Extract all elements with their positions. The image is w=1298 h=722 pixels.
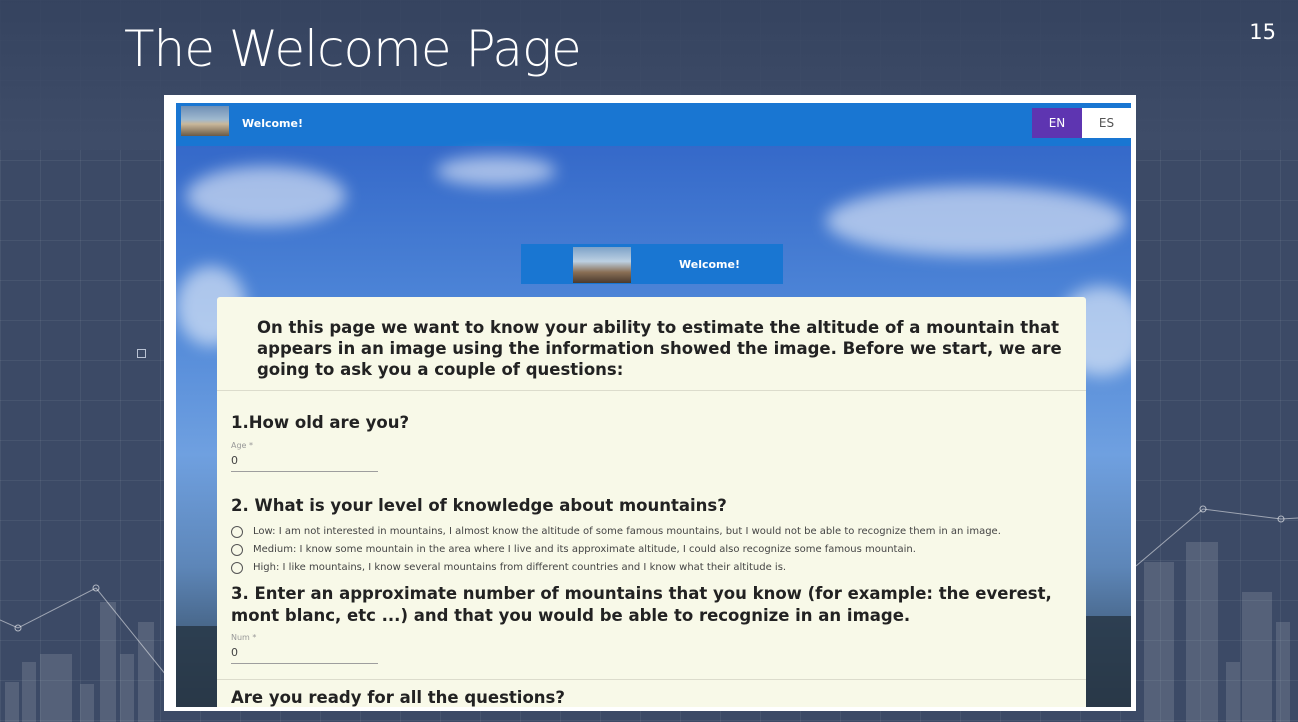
radio-low[interactable] xyxy=(231,525,243,538)
app-bar: Welcome! EN ES xyxy=(176,103,1131,146)
num-input[interactable]: 0 xyxy=(231,646,238,659)
age-input[interactable]: 0 xyxy=(231,454,238,467)
welcome-banner-title: Welcome! xyxy=(679,258,740,271)
age-input-underline xyxy=(231,471,378,472)
question-3-title: 3. Enter an approximate number of mounta… xyxy=(231,584,1052,625)
app-bar-title: Welcome! xyxy=(242,117,303,130)
num-field-label: Num * xyxy=(231,633,257,642)
mountain-thumbnail xyxy=(573,247,631,283)
question-1-title: 1.How old are you? xyxy=(231,413,410,432)
num-input-underline xyxy=(231,663,378,664)
radio-high-label: High: I like mountains, I know several m… xyxy=(253,562,787,573)
divider xyxy=(217,679,1086,680)
knowledge-option-medium[interactable]: Medium: I know some mountain in the area… xyxy=(231,541,916,558)
divider xyxy=(217,390,1086,391)
question-2-title: 2. What is your level of knowledge about… xyxy=(231,496,727,515)
radio-low-label: Low: I am not interested in mountains, I… xyxy=(253,526,1001,537)
radio-high[interactable] xyxy=(231,561,243,574)
radio-medium-label: Medium: I know some mountain in the area… xyxy=(253,544,916,555)
app-logo-image xyxy=(181,106,229,136)
age-field-label: Age * xyxy=(231,441,254,450)
ready-title: Are you ready for all the questions? xyxy=(231,688,565,707)
intro-text: On this page we want to know your abilit… xyxy=(257,318,1062,379)
questionnaire-card: On this page we want to know your abilit… xyxy=(217,297,1086,707)
app-screenshot-frame: Welcome! EN ES Welcome! On this page we … xyxy=(164,95,1136,711)
knowledge-option-high[interactable]: High: I like mountains, I know several m… xyxy=(231,559,786,576)
radio-medium[interactable] xyxy=(231,543,243,556)
knowledge-option-low[interactable]: Low: I am not interested in mountains, I… xyxy=(231,523,1001,540)
welcome-banner: Welcome! xyxy=(521,244,783,284)
language-es-button[interactable]: ES xyxy=(1082,108,1131,138)
app-window: Welcome! EN ES Welcome! On this page we … xyxy=(176,103,1131,707)
language-en-button[interactable]: EN xyxy=(1032,108,1082,138)
